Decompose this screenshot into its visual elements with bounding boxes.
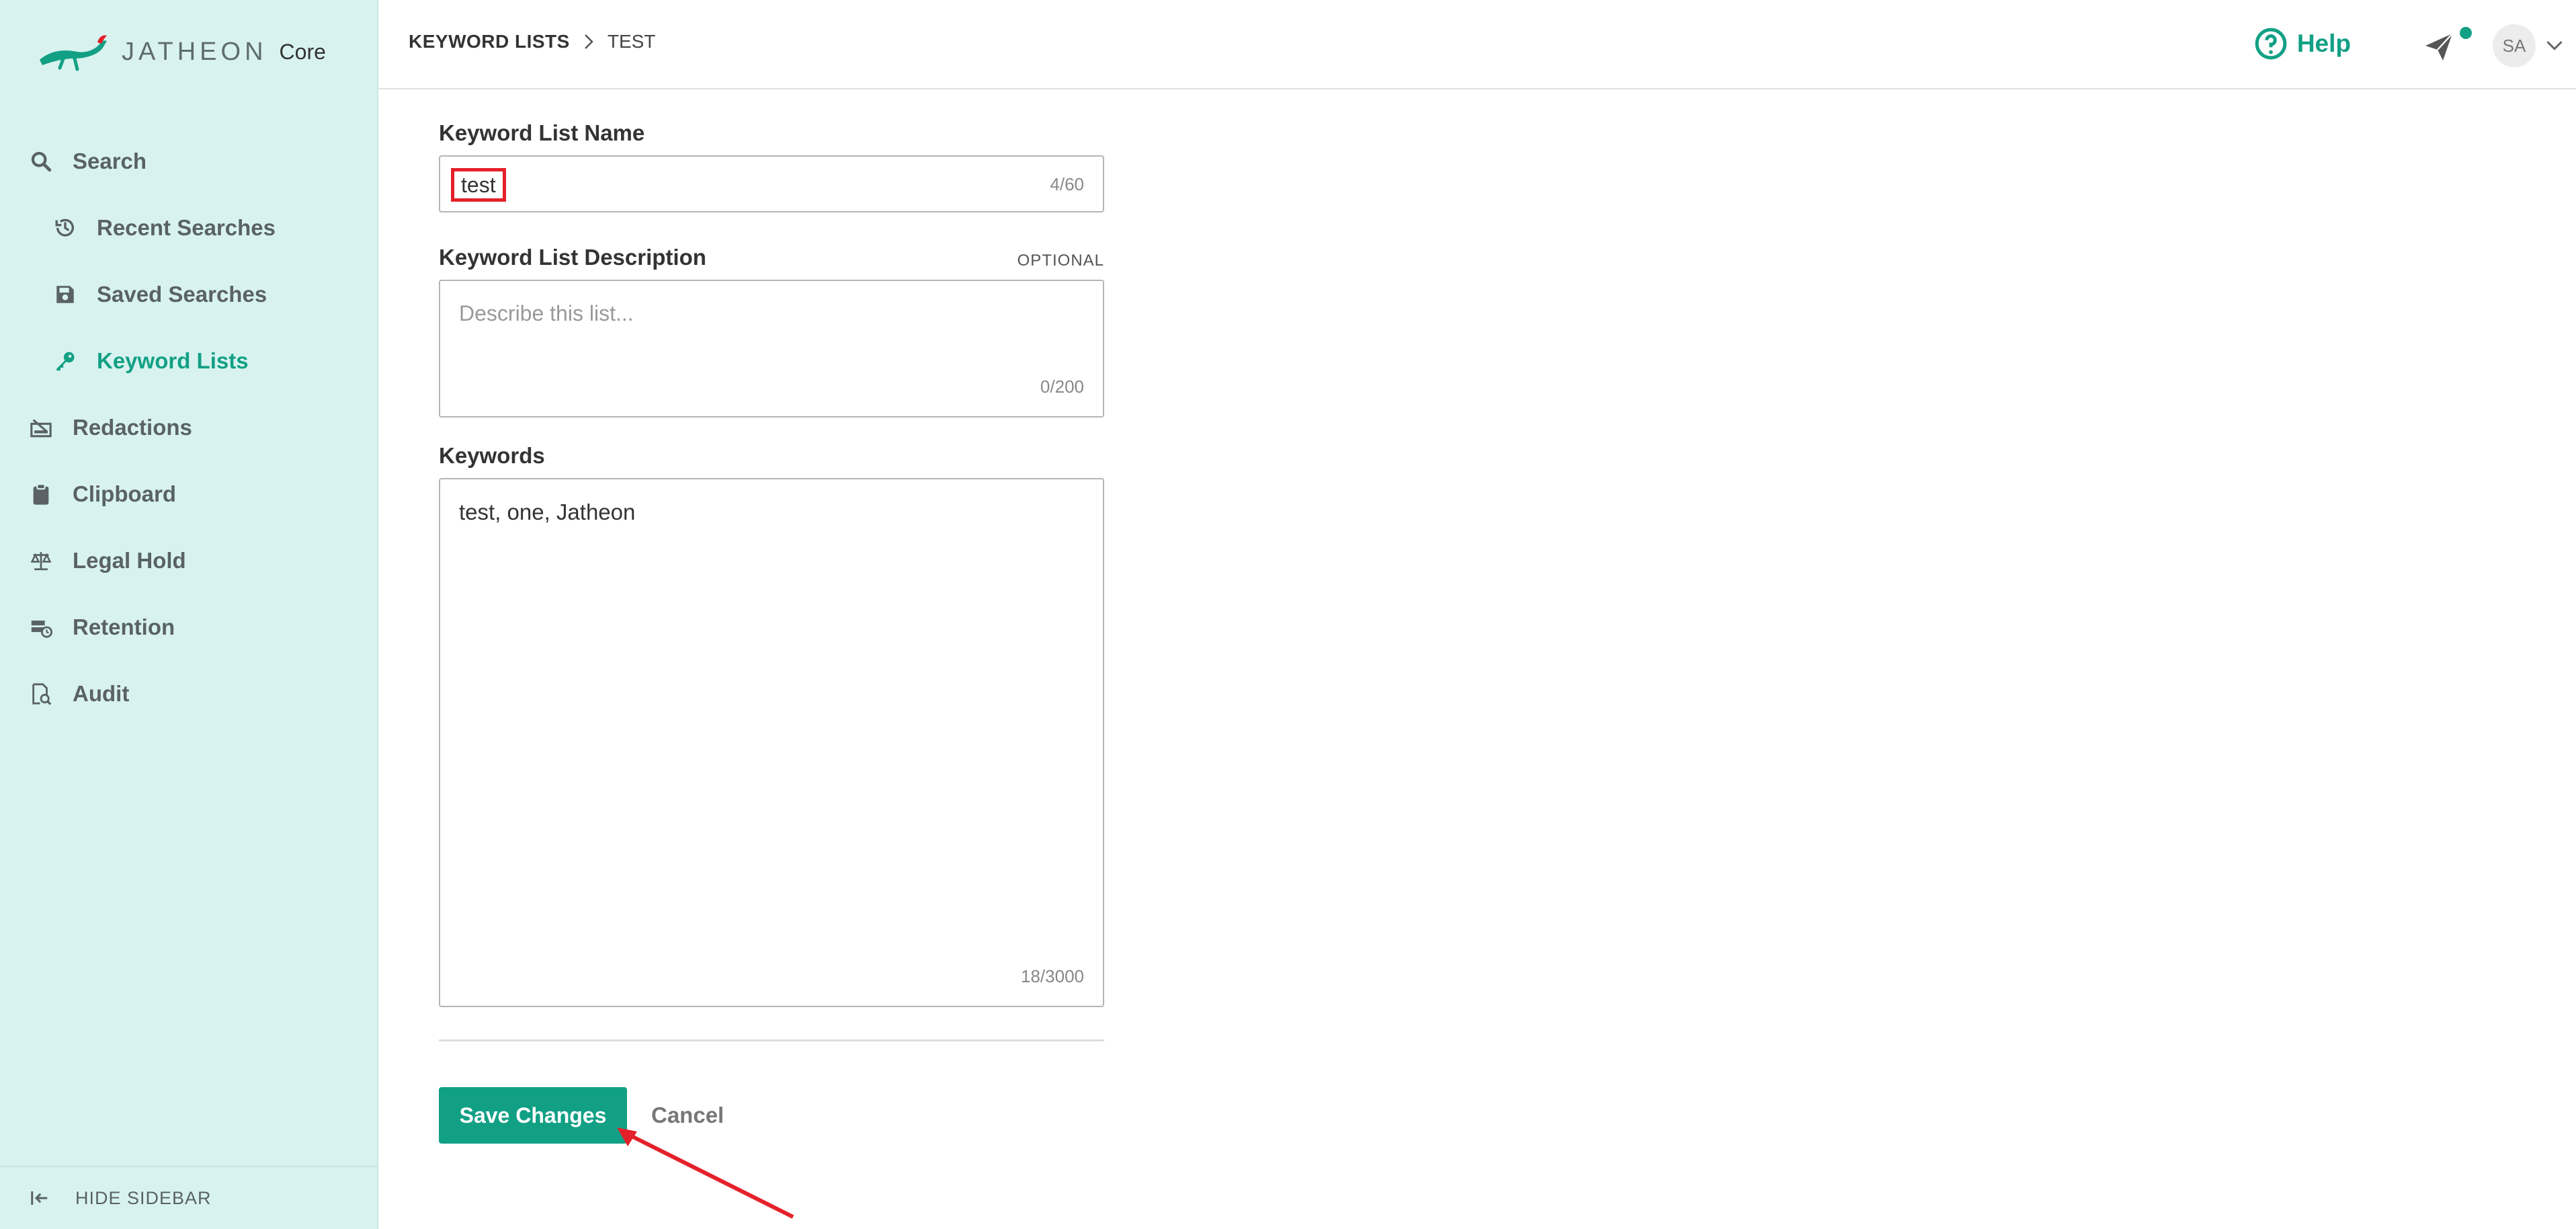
- chevron-down-icon[interactable]: [2545, 39, 2564, 52]
- sidebar-item-retention[interactable]: Retention: [0, 594, 377, 660]
- clipboard-icon: [28, 481, 54, 507]
- sidebar-item-label: Recent Searches: [97, 214, 276, 240]
- keywords-label: Keywords: [439, 443, 545, 468]
- keyword-list-name-input[interactable]: test 4/60: [439, 155, 1104, 212]
- help-label: Help: [2296, 30, 2351, 57]
- retention-icon: [28, 614, 54, 640]
- sidebar-item-audit[interactable]: Audit: [0, 660, 377, 727]
- search-icon: [28, 149, 54, 174]
- keyword-list-form: Keyword List Name test 4/60 Keyword List…: [439, 89, 1104, 1144]
- logo-wordmark: JATHEON: [122, 37, 267, 66]
- redaction-icon: [28, 415, 54, 440]
- hide-sidebar-label: HIDE SIDEBAR: [75, 1187, 212, 1208]
- description-placeholder: Describe this list...: [459, 301, 634, 325]
- keywords-value: test, one, Jatheon: [459, 500, 636, 524]
- jatheon-logo-icon: [40, 35, 107, 71]
- sidebar-item-legal-hold[interactable]: Legal Hold: [0, 527, 377, 594]
- sidebar-item-label: Search: [73, 148, 147, 173]
- avatar[interactable]: SA: [2493, 24, 2536, 67]
- help-button[interactable]: Help: [2254, 27, 2351, 61]
- description-label-row: Keyword List Description OPTIONAL: [439, 245, 1104, 270]
- jatheon-logo[interactable]: JATHEON Core: [37, 28, 326, 75]
- keyword-list-description-textarea[interactable]: Describe this list... 0/200: [439, 280, 1104, 418]
- help-circle-icon: [2255, 28, 2287, 60]
- history-icon: [52, 215, 78, 241]
- sidebar-item-saved-searches[interactable]: Saved Searches: [0, 261, 377, 327]
- audit-icon: [28, 681, 54, 707]
- sidebar-item-label: Legal Hold: [73, 547, 186, 573]
- sidebar-item-label: Audit: [73, 680, 130, 706]
- sidebar-item-search[interactable]: Search: [0, 128, 377, 194]
- breadcrumb-root[interactable]: KEYWORD LISTS: [409, 31, 570, 52]
- description-label: Keyword List Description: [439, 245, 706, 270]
- sidebar-item-redactions[interactable]: Redactions: [0, 394, 377, 461]
- optional-tag: OPTIONAL: [1017, 251, 1104, 270]
- keywords-textarea[interactable]: test, one, Jatheon 18/3000: [439, 478, 1104, 1007]
- chevron-right-icon: [584, 34, 593, 49]
- collapse-left-icon: [31, 1191, 48, 1205]
- sidebar-item-label: Saved Searches: [97, 281, 267, 307]
- sidebar-item-keyword-lists[interactable]: Keyword Lists: [0, 327, 377, 394]
- sidebar-item-label: Keyword Lists: [97, 348, 249, 373]
- form-divider: [439, 1039, 1104, 1041]
- save-icon: [52, 282, 78, 307]
- notification-dot: [2460, 27, 2472, 39]
- sidebar-item-recent-searches[interactable]: Recent Searches: [0, 194, 377, 261]
- sidebar: JATHEON Core Search Recent Searches Save…: [0, 0, 378, 1229]
- key-icon: [52, 348, 78, 374]
- logo-product: Core: [279, 39, 326, 64]
- description-counter: 0/200: [1040, 376, 1084, 397]
- sidebar-nav: Search Recent Searches Saved Searches Ke…: [0, 128, 377, 727]
- breadcrumb-current: TEST: [607, 31, 656, 52]
- keywords-counter: 18/3000: [1021, 966, 1084, 986]
- sidebar-item-label: Retention: [73, 614, 175, 639]
- name-label: Keyword List Name: [439, 120, 645, 145]
- save-changes-button[interactable]: Save Changes: [439, 1087, 627, 1144]
- send-icon[interactable]: [2423, 31, 2455, 63]
- name-counter: 4/60: [1050, 174, 1084, 194]
- top-header: KEYWORD LISTS TEST Help SA: [378, 0, 2576, 89]
- annotation-arrow-icon: [617, 1127, 794, 1219]
- sidebar-item-clipboard[interactable]: Clipboard: [0, 461, 377, 527]
- hide-sidebar-button[interactable]: HIDE SIDEBAR: [0, 1166, 377, 1229]
- sidebar-item-label: Redactions: [73, 414, 192, 440]
- sidebar-item-label: Clipboard: [73, 481, 176, 506]
- breadcrumb: KEYWORD LISTS TEST: [409, 31, 655, 52]
- name-input-value: test: [451, 168, 506, 202]
- scale-icon: [28, 548, 54, 573]
